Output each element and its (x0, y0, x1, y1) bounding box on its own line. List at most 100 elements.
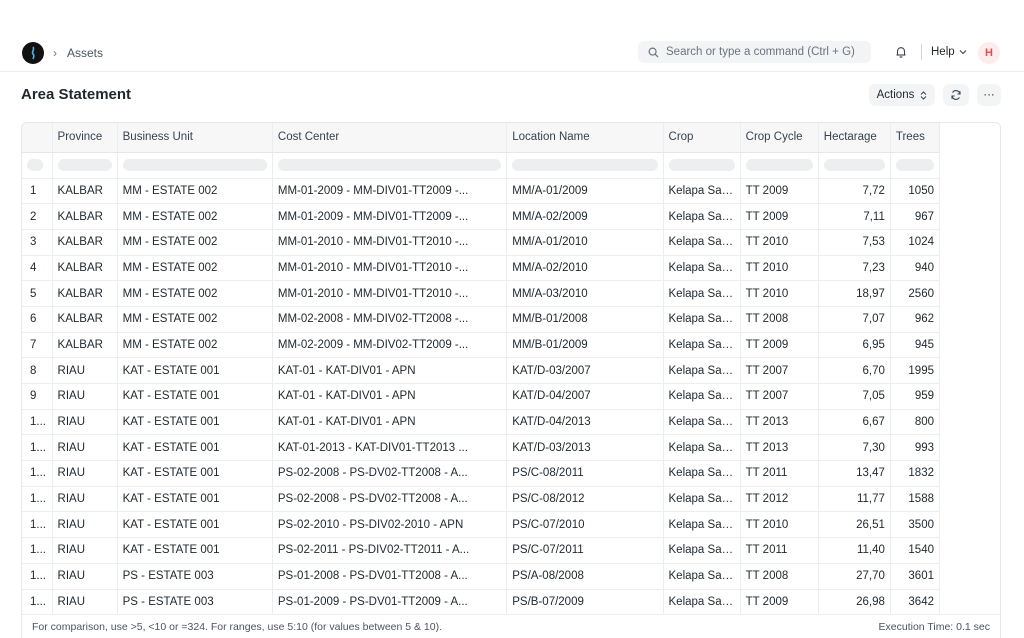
row-index[interactable]: 9 (22, 383, 53, 410)
row-index[interactable]: 1... (22, 537, 53, 564)
filter-index[interactable] (22, 152, 53, 179)
cell-location-name[interactable]: MM/A-02/2009 (506, 203, 664, 230)
cell-crop[interactable]: Kelapa Sawit (663, 357, 741, 384)
cell-hectarage[interactable]: 27,70 (818, 563, 891, 590)
row-index[interactable]: 1 (22, 178, 53, 205)
cell-hectarage[interactable]: 26,51 (818, 511, 891, 539)
table-row[interactable]: 6 KALBAR MM - ESTATE 002 MM-02-2008 - MM-DI… (22, 306, 941, 333)
cell-cost-center[interactable]: MM-01-2010 - MM-DIV01-TT2010 -... (272, 255, 508, 282)
row-index[interactable]: 1... (22, 486, 53, 513)
cell-cost-center[interactable]: PS-01-2008 - PS-DV01-TT2008 - A... (272, 563, 508, 590)
cell-business-unit[interactable]: KAT - ESTATE 001 (117, 434, 273, 462)
cell-hectarage[interactable]: 26,98 (818, 589, 891, 616)
cell-location-name[interactable]: MM/A-01/2009 (506, 178, 664, 205)
cell-hectarage[interactable]: 7,53 (818, 229, 891, 256)
table-row[interactable]: 4 KALBAR MM - ESTATE 002 MM-01-2010 - MM-DI… (22, 255, 941, 282)
cell-hectarage[interactable]: 11,77 (818, 486, 891, 513)
filter-trees[interactable] (890, 152, 941, 179)
cell-crop-cycle[interactable]: TT 2013 (740, 434, 819, 462)
cell-crop-cycle[interactable]: TT 2011 (740, 460, 819, 487)
cell-hectarage[interactable]: 11,40 (818, 537, 891, 564)
table-row[interactable]: 1... RIAU KAT - ESTATE 001 KAT-01-2013 - KA… (22, 434, 941, 462)
refresh-button[interactable] (943, 84, 969, 106)
filter-crop[interactable] (663, 152, 741, 179)
cell-business-unit[interactable]: MM - ESTATE 002 (117, 178, 273, 205)
cell-hectarage[interactable]: 7,23 (818, 255, 891, 282)
cell-crop[interactable]: Kelapa Sawit (663, 511, 741, 539)
cell-trees[interactable]: 1588 (890, 486, 941, 513)
cell-business-unit[interactable]: KAT - ESTATE 001 (117, 511, 273, 539)
cell-location-name[interactable]: MM/A-02/2010 (506, 255, 664, 282)
cell-location-name[interactable]: PS/C-08/2012 (506, 486, 664, 513)
cell-crop-cycle[interactable]: TT 2007 (740, 357, 819, 384)
cell-crop-cycle[interactable]: TT 2010 (740, 255, 819, 282)
cell-crop[interactable]: Kelapa Sawit (663, 255, 741, 282)
cell-business-unit[interactable]: PS - ESTATE 003 (117, 589, 273, 616)
column-header-business-unit[interactable]: Business Unit (117, 123, 273, 153)
cell-business-unit[interactable]: MM - ESTATE 002 (117, 280, 273, 307)
column-header-location-name[interactable]: Location Name (506, 123, 664, 153)
cell-trees[interactable]: 3601 (890, 563, 941, 590)
cell-hectarage[interactable]: 6,67 (818, 409, 891, 436)
cell-province[interactable]: RIAU (52, 486, 118, 513)
cell-location-name[interactable]: PS/C-07/2011 (506, 537, 664, 564)
filter-hectarage[interactable] (818, 152, 891, 179)
cell-trees[interactable]: 3642 (890, 589, 941, 616)
cell-location-name[interactable]: PS/C-07/2010 (506, 511, 664, 539)
cell-crop[interactable]: Kelapa Sawit (663, 306, 741, 333)
cell-crop[interactable]: Kelapa Sawit (663, 563, 741, 590)
cell-location-name[interactable]: MM/A-03/2010 (506, 280, 664, 307)
cell-cost-center[interactable]: KAT-01-2013 - KAT-DIV01-TT2013 ... (272, 434, 508, 462)
table-row[interactable]: 1... RIAU PS - ESTATE 003 PS-01-2008 - PS-D… (22, 563, 941, 590)
cell-business-unit[interactable]: KAT - ESTATE 001 (117, 409, 273, 436)
cell-business-unit[interactable]: KAT - ESTATE 001 (117, 357, 273, 384)
cell-crop-cycle[interactable]: TT 2013 (740, 409, 819, 436)
cell-cost-center[interactable]: MM-01-2009 - MM-DIV01-TT2009 -... (272, 203, 508, 230)
cell-cost-center[interactable]: MM-01-2010 - MM-DIV01-TT2010 -... (272, 280, 508, 307)
cell-crop-cycle[interactable]: TT 2010 (740, 511, 819, 539)
cell-hectarage[interactable]: 6,95 (818, 332, 891, 359)
cell-province[interactable]: KALBAR (52, 280, 118, 307)
cell-crop[interactable]: Kelapa Sawit (663, 434, 741, 462)
cell-business-unit[interactable]: KAT - ESTATE 001 (117, 383, 273, 410)
cell-trees[interactable]: 945 (890, 332, 941, 359)
cell-province[interactable]: RIAU (52, 357, 118, 384)
cell-location-name[interactable]: KAT/D-04/2007 (506, 383, 664, 410)
cell-location-name[interactable]: KAT/D-03/2013 (506, 434, 664, 462)
cell-trees[interactable]: 940 (890, 255, 941, 282)
cell-hectarage[interactable]: 7,30 (818, 434, 891, 462)
cell-business-unit[interactable]: MM - ESTATE 002 (117, 203, 273, 230)
cell-province[interactable]: RIAU (52, 383, 118, 410)
cell-crop-cycle[interactable]: TT 2007 (740, 383, 819, 410)
cell-province[interactable]: RIAU (52, 589, 118, 616)
cell-business-unit[interactable]: KAT - ESTATE 001 (117, 486, 273, 513)
cell-province[interactable]: KALBAR (52, 306, 118, 333)
cell-crop-cycle[interactable]: TT 2010 (740, 280, 819, 307)
cell-crop-cycle[interactable]: TT 2008 (740, 306, 819, 333)
cell-hectarage[interactable]: 6,70 (818, 357, 891, 384)
column-header-cost-center[interactable]: Cost Center (272, 123, 508, 153)
cell-location-name[interactable]: MM/B-01/2009 (506, 332, 664, 359)
table-row[interactable]: 2 KALBAR MM - ESTATE 002 MM-01-2009 - MM-DI… (22, 203, 941, 230)
filter-province[interactable] (52, 152, 118, 179)
cell-business-unit[interactable]: MM - ESTATE 002 (117, 332, 273, 359)
column-header-crop-cycle[interactable]: Crop Cycle (740, 123, 819, 153)
cell-province[interactable]: RIAU (52, 409, 118, 436)
cell-cost-center[interactable]: MM-01-2009 - MM-DIV01-TT2009 -... (272, 178, 508, 205)
cell-cost-center[interactable]: KAT-01 - KAT-DIV01 - APN (272, 409, 508, 436)
cell-location-name[interactable]: MM/A-01/2010 (506, 229, 664, 256)
cell-cost-center[interactable]: MM-02-2008 - MM-DIV02-TT2008 -... (272, 306, 508, 333)
cell-hectarage[interactable]: 7,11 (818, 203, 891, 230)
row-index[interactable]: 5 (22, 280, 53, 307)
app-logo-icon[interactable] (22, 42, 44, 64)
cell-business-unit[interactable]: KAT - ESTATE 001 (117, 537, 273, 564)
cell-crop-cycle[interactable]: TT 2009 (740, 589, 819, 616)
row-index[interactable]: 1... (22, 589, 53, 616)
search-bar[interactable] (638, 41, 871, 63)
cell-hectarage[interactable]: 7,05 (818, 383, 891, 410)
cell-crop[interactable]: Kelapa Sawit (663, 537, 741, 564)
cell-crop-cycle[interactable]: TT 2008 (740, 563, 819, 590)
cell-province[interactable]: KALBAR (52, 203, 118, 230)
cell-location-name[interactable]: MM/B-01/2008 (506, 306, 664, 333)
cell-crop[interactable]: Kelapa Sawit (663, 460, 741, 487)
